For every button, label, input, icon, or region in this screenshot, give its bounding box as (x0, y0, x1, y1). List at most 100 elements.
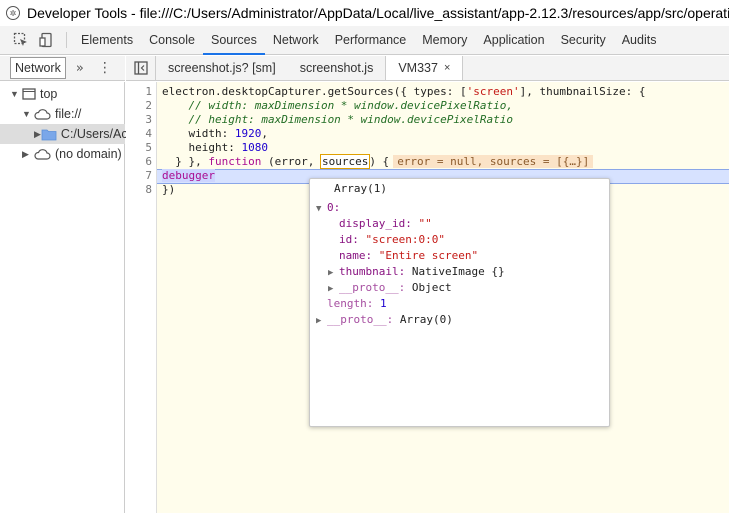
source-tab-vm337[interactable]: VM337 × (385, 56, 464, 80)
line-number[interactable]: 7 (145, 169, 152, 183)
code-content[interactable]: electron.desktopCapturer.getSources({ ty… (162, 82, 645, 222)
expanded-triangle-icon[interactable]: ▼ (10, 89, 22, 99)
code-string: 'screen' (466, 85, 520, 98)
tab-network[interactable]: Network (265, 26, 327, 54)
window-titlebar: ✲ Developer Tools - file:///C:/Users/Adm… (0, 0, 729, 26)
property-value: "" (418, 217, 432, 230)
property-key: display_id: (339, 217, 412, 230)
cloud-icon (34, 108, 51, 120)
devtools-app-icon: ✲ (6, 6, 20, 20)
code-text: ) { (369, 155, 390, 168)
source-tab-label: VM337 (398, 61, 438, 75)
collapsed-triangle-icon[interactable]: ▶ (316, 313, 327, 329)
code-number: 1080 (241, 141, 268, 154)
code-line-2: // width: maxDimension * window.devicePi… (162, 99, 513, 112)
property-display-id: display_id: "" (339, 216, 432, 232)
tree-item-folder[interactable]: ▶ C:/Users/Ac (0, 124, 128, 144)
tree-item-top[interactable]: ▼ top (10, 84, 57, 104)
source-tab-screenshot[interactable]: screenshot.js (288, 56, 386, 80)
code-line-3: // height: maxDimension * window.deviceP… (162, 113, 513, 126)
tab-console[interactable]: Console (141, 26, 203, 54)
property-key: 0: (327, 201, 341, 214)
line-number[interactable]: 6 (145, 155, 152, 169)
navigator-tree: ▼ top ▼ file:// ▶ C:/Users/Ac ▶ (no doma… (0, 82, 128, 513)
folder-icon (41, 128, 57, 141)
property-key: id: (339, 233, 359, 246)
property-value: Array(0) (399, 313, 453, 326)
code-text: ], thumbnailSize: { (519, 85, 646, 98)
cloud-icon (34, 148, 51, 160)
debugger-statement: debugger (162, 169, 215, 182)
inspect-element-icon[interactable] (8, 26, 34, 54)
navigator-tab-network[interactable]: Network (10, 57, 66, 79)
tab-memory[interactable]: Memory (414, 26, 475, 54)
tab-application[interactable]: Application (475, 26, 552, 54)
toggle-navigator-icon[interactable] (126, 56, 156, 80)
tree-item-no-domain[interactable]: ▶ (no domain) (22, 144, 122, 164)
line-number[interactable]: 1 (145, 85, 152, 99)
property-value: "Entire screen" (378, 249, 479, 262)
code-text: width: (162, 127, 235, 140)
device-toolbar-icon[interactable] (34, 26, 60, 54)
tree-item-file[interactable]: ▼ file:// (22, 104, 81, 124)
tab-performance[interactable]: Performance (327, 26, 415, 54)
navigator-menu-icon[interactable]: ⋮ (98, 60, 112, 76)
toolbar-separator (66, 32, 67, 48)
code-keyword: function (208, 155, 262, 168)
tab-security[interactable]: Security (553, 26, 614, 54)
property-value: Object (411, 281, 452, 294)
collapsed-triangle-icon[interactable]: ▶ (22, 149, 34, 160)
line-number[interactable]: 2 (145, 99, 152, 113)
line-number[interactable]: 5 (145, 141, 152, 155)
property-proto-array[interactable]: ▶ __proto__: Array(0) (316, 312, 453, 328)
source-tab-screenshot-sm[interactable]: screenshot.js? [sm] (156, 56, 288, 80)
array-index-0[interactable]: ▼ 0: (316, 200, 340, 216)
property-value: NativeImage {} (411, 265, 505, 278)
line-number-gutter[interactable]: 1 2 3 4 5 6 7 8 (126, 82, 157, 513)
property-key: thumbnail: (339, 265, 406, 278)
code-text: electron.desktopCapturer.getSources({ ty… (162, 85, 467, 98)
inline-variable-values: error = null, sources = [{…}] (393, 155, 594, 168)
tab-sources[interactable]: Sources (202, 26, 265, 55)
window-title: Developer Tools - file:///C:/Users/Admin… (27, 5, 729, 21)
code-line-7: debugger (162, 169, 215, 183)
code-line-4: width: 1920, (162, 127, 268, 141)
navigator-header: Network » ⋮ (0, 56, 125, 81)
expanded-triangle-icon[interactable]: ▼ (316, 201, 327, 217)
code-line-1: electron.desktopCapturer.getSources({ ty… (162, 85, 645, 99)
frame-icon (22, 88, 36, 100)
tab-elements[interactable]: Elements (73, 26, 141, 54)
tree-item-label: file:// (55, 107, 82, 121)
hovered-variable-sources[interactable]: sources (319, 154, 371, 169)
property-id: id: "screen:0:0" (339, 232, 445, 248)
code-number: 1920 (234, 127, 262, 140)
property-proto-object[interactable]: ▶ __proto__: Object (328, 280, 452, 296)
main-toolbar: Elements Console Sources Network Perform… (0, 26, 729, 55)
property-length: length: 1 (327, 296, 387, 312)
tree-item-label: (no domain) (55, 147, 122, 161)
tab-audits[interactable]: Audits (614, 26, 665, 54)
close-tab-icon[interactable]: × (444, 62, 450, 74)
property-value: 1 (379, 297, 387, 310)
property-thumbnail[interactable]: ▶ thumbnail: NativeImage {} (328, 264, 505, 280)
collapsed-triangle-icon[interactable]: ▶ (34, 129, 41, 140)
source-tabs-bar: screenshot.js? [sm] screenshot.js VM337 … (126, 56, 729, 81)
tree-item-label: top (40, 87, 58, 101)
object-preview-popover: Array(1) ▼ 0: display_id: "" id: "screen:… (309, 178, 610, 427)
expanded-triangle-icon[interactable]: ▼ (22, 109, 34, 119)
code-text: (error, (261, 155, 321, 168)
line-number[interactable]: 3 (145, 113, 152, 127)
property-key: name: (339, 249, 373, 262)
more-tabs-icon[interactable]: » (76, 61, 84, 76)
line-number[interactable]: 4 (145, 127, 152, 141)
popover-title: Array(1) (334, 182, 387, 195)
property-value: "screen:0:0" (365, 233, 445, 246)
collapsed-triangle-icon[interactable]: ▶ (328, 265, 339, 281)
property-key: length: (327, 297, 374, 310)
line-number[interactable]: 8 (145, 183, 152, 197)
code-text: } }, (162, 155, 209, 168)
code-line-5: height: 1080 (162, 141, 268, 155)
code-text: , (261, 127, 268, 140)
code-line-6: } }, function (error, sources) {error = … (162, 154, 594, 169)
collapsed-triangle-icon[interactable]: ▶ (328, 281, 339, 297)
